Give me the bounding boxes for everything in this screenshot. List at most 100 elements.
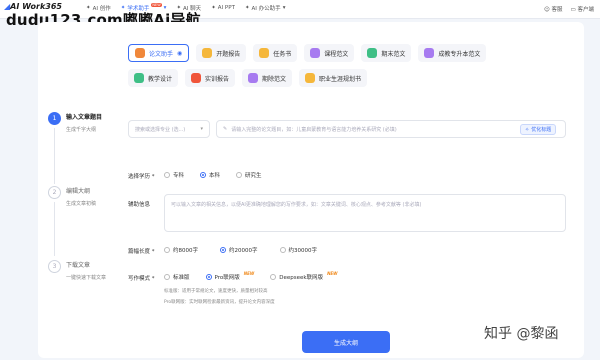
title-input[interactable]: ✎ 请输入完整的论文题目，如：儿童启蒙教育与语言能力培养关系研究 (必填) [216,120,566,138]
degree-option-graduate[interactable]: 研究生 [236,171,262,179]
chip-label: 任务书 [273,50,292,58]
credit-watermark: 知乎 @黎函 [484,326,559,342]
chip-label: 成教专升本范文 [438,50,481,58]
mode-option-standard[interactable]: 标准版 [164,273,190,281]
optimize-title-button[interactable]: ✧ 优化标题 [520,124,557,135]
task-icon [259,48,270,58]
major-select[interactable]: 搜索或选择专业 (选...) ▾ [128,120,210,138]
report-icon [191,73,202,83]
new-tag: NEW [243,270,255,276]
radio-label: 专科 [173,173,185,179]
teaching-icon [134,73,144,83]
course-icon [310,48,321,58]
paper-icon [135,48,145,58]
chip-label: 论文助手 [149,50,174,58]
length-option-20000[interactable]: 约20000字 [220,246,258,254]
chip-label: 课程范文 [324,50,349,58]
radio-dot [270,274,277,280]
client-link[interactable]: ▭ 客户端 [571,5,594,13]
chip-final-essay[interactable]: 期末范文 [361,44,412,62]
step-number: 1 [48,112,61,125]
proposal-icon [202,48,213,58]
radio-dot [164,247,170,253]
chip-teaching-design[interactable]: 教学设计 [128,69,179,87]
period-icon [248,73,259,83]
title-placeholder: 请输入完整的论文题目，如：儿童启蒙教育与语言能力培养关系研究 (必填) [231,126,397,133]
info-textarea[interactable]: 可以输入文章的相关信息，以便AI更准确地理解您的写作要求，如：文章关键词、核心观… [164,194,566,232]
radio-dot [164,274,170,280]
length-label: 篇幅长度 * [128,249,155,255]
radio-dot [220,247,226,253]
mode-options: 标准版 Pro联网版 NEW Deepseek联网版 NEW [164,270,354,281]
help-link[interactable]: ☺ 客服 [544,5,563,13]
ppt-icon: ✦ [211,5,216,11]
radio-label: 本科 [209,173,221,179]
chip-label: 教学设计 [148,75,173,83]
radio-label: 约20000字 [229,248,258,254]
adult-edu-icon [424,48,435,58]
mode-option-deepseek[interactable]: Deepseek联网版 NEW [270,270,338,281]
chip-adult-edu[interactable]: 成教专升本范文 [418,44,487,62]
chip-training-report[interactable]: 实训报告 [185,69,236,87]
chip-proposal[interactable]: 开题报告 [196,44,247,62]
chip-career-plan[interactable]: 职业生涯规划书 [299,69,368,87]
new-badge: NEW [151,3,162,7]
radio-label: Deepseek联网版 [279,275,324,281]
step-divider [54,128,55,184]
length-option-8000[interactable]: 约8000字 [164,246,198,254]
chip-course-essay[interactable]: 课程范文 [304,44,355,62]
step-title: 编辑大纲 [66,188,91,195]
radio-label: Pro联网版 [214,275,240,281]
mode-label: 写作模式 * [128,276,155,282]
radio-label: 标准版 [173,275,190,281]
career-icon [305,73,316,83]
chip-paper-assistant[interactable]: 论文助手 ◉ [128,44,190,62]
chevron-down-icon: ▾ [200,126,203,132]
final-icon [367,48,378,58]
chip-label: 期末范文 [381,50,406,58]
step-number: 2 [48,186,61,199]
step-subtitle: 生成千字大纲 [66,127,97,133]
nav-item-ai-office[interactable]: ✦ AI 办公助手 ▾ [245,4,286,12]
client-label: 客户端 [577,7,594,13]
length-options: 约8000字 约20000字 约30000字 [164,246,333,254]
chip-period-essay[interactable]: 期除范文 [242,69,293,87]
check-icon: ◉ [177,49,183,57]
degree-label: 选择学历 * [128,174,155,180]
major-placeholder: 搜索或选择专业 (选...) [135,126,186,133]
nav-label: AI 办公助手 [251,6,281,12]
degree-option-bachelor[interactable]: 本科 [200,171,220,179]
radio-label: 约8000字 [173,248,198,254]
mode-option-pro[interactable]: Pro联网版 NEW [205,270,255,281]
chevron-down-icon: ▾ [282,5,286,11]
tool-chips: 论文助手 ◉ 开题报告 任务书 课程范文 期末范文 成教专升本范文 教学设计 实训… [128,44,508,87]
step-divider [54,202,55,256]
new-tag: NEW [327,270,338,276]
radio-label: 研究生 [245,173,262,179]
step-title: 下载文章 [66,262,91,269]
nav-item-ai-ppt[interactable]: ✦ AI PPT [211,4,235,12]
top-right-links: ☺ 客服 ▭ 客户端 [544,5,594,13]
magic-icon: ✧ [525,126,530,133]
radio-dot [200,172,207,178]
chip-label: 职业生涯规划书 [319,75,362,83]
chip-label: 开题报告 [216,50,241,58]
help-label: 客服 [551,7,563,13]
chip-task-book[interactable]: 任务书 [253,44,298,62]
radio-dot [205,274,212,280]
office-icon: ✦ [244,5,250,11]
radio-label: 约30000字 [288,248,318,254]
radio-dot [236,172,243,178]
mode-hint-standard: 标准版：适用于常规论文，速度更快，质量相对较高 [164,289,268,294]
degree-options: 专科 本科 研究生 [164,171,278,179]
generate-outline-button[interactable]: 生成大纲 [302,331,390,353]
nav-label: AI PPT [217,5,235,11]
degree-option-junior[interactable]: 专科 [164,171,184,179]
chip-label: 实训报告 [205,75,230,83]
radio-dot [164,172,170,178]
step-number: 3 [48,260,61,273]
length-option-30000[interactable]: 约30000字 [279,246,318,254]
optimize-label: 优化标题 [531,127,552,133]
chip-label: 期除范文 [262,75,287,83]
step-subtitle: 生成文章初稿 [66,201,97,207]
